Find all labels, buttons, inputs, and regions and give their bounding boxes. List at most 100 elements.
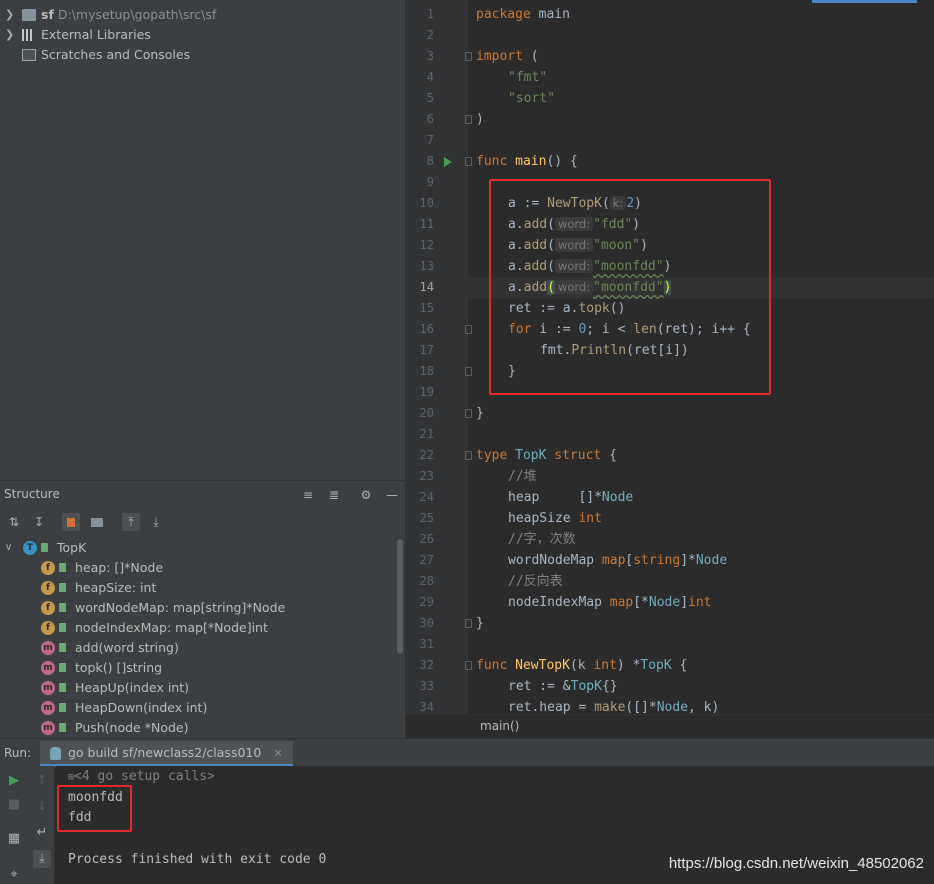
structure-item[interactable]: f nodeIndexMap: map[*Node]int bbox=[0, 618, 395, 638]
structure-item[interactable]: f wordNodeMap: map[string]*Node bbox=[0, 598, 395, 618]
rerun-icon[interactable]: ▶ bbox=[5, 772, 23, 790]
run-tab[interactable]: go build sf/newclass2/class010 ✕ bbox=[40, 741, 293, 767]
layout-icon[interactable]: ▦ bbox=[5, 830, 23, 848]
structure-label: heap: []*Node bbox=[75, 560, 164, 575]
gear-icon[interactable]: ⚙ bbox=[357, 486, 375, 504]
close-icon[interactable]: ✕ bbox=[273, 747, 282, 760]
structure-label: TopK bbox=[57, 540, 87, 555]
code-line: heap []*Node bbox=[508, 490, 634, 505]
fold-marker-icon[interactable] bbox=[465, 115, 472, 124]
method-icon: m bbox=[41, 701, 55, 715]
line-number: 22 bbox=[419, 448, 434, 462]
code-line: wordNodeMap map[string]*Node bbox=[508, 553, 728, 568]
structure-item[interactable]: m HeapUp(index int) bbox=[0, 678, 395, 698]
fold-marker-icon[interactable] bbox=[465, 661, 472, 670]
code-line: ret.heap = make([]*Node, k) bbox=[508, 700, 720, 714]
structure-label: wordNodeMap: map[string]*Node bbox=[75, 600, 286, 615]
code-line: func main() { bbox=[476, 154, 578, 169]
code-line: heapSize int bbox=[508, 511, 602, 526]
tree-label: External Libraries bbox=[41, 27, 151, 42]
arrow-down-icon[interactable]: ↓ bbox=[33, 798, 51, 816]
field-icon: f bbox=[41, 601, 55, 615]
stop-icon[interactable]: ■ bbox=[5, 796, 23, 814]
soft-wrap-icon[interactable]: ↵ bbox=[33, 824, 51, 842]
chevron-down-icon[interactable]: ∨ bbox=[5, 538, 12, 558]
line-number: 16 bbox=[419, 322, 434, 336]
structure-label: add(word string) bbox=[75, 640, 179, 655]
line-number: 5 bbox=[426, 91, 434, 105]
public-icon bbox=[59, 583, 66, 592]
fold-marker-icon[interactable] bbox=[465, 325, 472, 334]
public-icon bbox=[59, 563, 66, 572]
line-number: 23 bbox=[419, 469, 434, 483]
fold-marker-icon[interactable] bbox=[465, 157, 472, 166]
arrow-up-icon[interactable]: ↑ bbox=[33, 772, 51, 790]
fold-marker-icon[interactable] bbox=[465, 409, 472, 418]
field-icon: f bbox=[41, 561, 55, 575]
line-number: 24 bbox=[419, 490, 434, 504]
run-label: Run: bbox=[4, 746, 32, 760]
structure-label: HeapUp(index int) bbox=[75, 680, 189, 695]
library-icon bbox=[22, 29, 36, 41]
chevron-right-icon[interactable]: ❯ bbox=[5, 5, 14, 25]
run-gutter-icon[interactable] bbox=[444, 157, 452, 167]
tree-item-external-libraries[interactable]: ❯ External Libraries bbox=[0, 25, 405, 45]
public-icon bbox=[59, 663, 66, 672]
code-line: ) bbox=[476, 112, 484, 127]
tree-item-scratches[interactable]: Scratches and Consoles bbox=[0, 45, 405, 65]
code-line: nodeIndexMap map[*Node]int bbox=[508, 595, 712, 610]
line-number: 13 bbox=[419, 259, 434, 273]
root-path: D:\mysetup\gopath\src\sf bbox=[57, 7, 217, 22]
run-panel-header: Run: go build sf/newclass2/class010 ✕ bbox=[0, 738, 934, 767]
breadcrumb-item[interactable]: main() bbox=[480, 719, 519, 733]
chevron-right-icon[interactable]: ❯ bbox=[5, 25, 14, 45]
sort-alpha-icon[interactable]: ↧ bbox=[30, 513, 48, 531]
structure-item[interactable]: f heapSize: int bbox=[0, 578, 395, 598]
public-icon bbox=[59, 643, 66, 652]
autoscroll-from-source-icon[interactable]: ⤓ bbox=[147, 513, 165, 531]
code-line: "sort" bbox=[508, 91, 555, 106]
fold-marker-icon[interactable] bbox=[465, 367, 472, 376]
pin-icon[interactable]: ⌖ bbox=[5, 866, 23, 884]
structure-root-topk[interactable]: ∨ T TopK bbox=[0, 538, 400, 558]
structure-item[interactable]: f heap: []*Node bbox=[0, 558, 395, 578]
structure-item[interactable]: m topk() []string bbox=[0, 658, 395, 678]
sort-visibility-icon[interactable]: ⇅ bbox=[5, 513, 23, 531]
line-number: 33 bbox=[419, 679, 434, 693]
public-icon bbox=[59, 603, 66, 612]
active-tab-indicator bbox=[812, 0, 917, 3]
code-editor[interactable]: 1 2 3 4 5 6 7 8 9 10 11 12 13 14 15 16 17 18 19 20 21 22 23 24 2… bbox=[405, 0, 934, 738]
folder-icon[interactable] bbox=[88, 513, 106, 531]
line-number: 7 bbox=[426, 133, 434, 147]
structure-item[interactable]: m Push(node *Node) bbox=[0, 718, 395, 738]
autoscroll-to-source-icon[interactable]: ⤒ bbox=[122, 513, 140, 531]
line-number: 8 bbox=[426, 154, 434, 168]
tree-label: Scratches and Consoles bbox=[41, 47, 191, 62]
fold-marker-icon[interactable] bbox=[465, 52, 472, 61]
line-number: 19 bbox=[419, 385, 434, 399]
fold-marker-icon[interactable] bbox=[465, 619, 472, 628]
line-number: 18 bbox=[419, 364, 434, 378]
minimize-icon[interactable]: — bbox=[383, 486, 401, 504]
tree-item-root[interactable]: ❯ sf D:\mysetup\gopath\src\sf bbox=[0, 5, 405, 25]
code-line: func NewTopK(k int) *TopK { bbox=[476, 658, 688, 673]
line-number: 29 bbox=[419, 595, 434, 609]
line-number: 25 bbox=[419, 511, 434, 525]
expand-all-icon[interactable]: ≡ bbox=[299, 486, 317, 504]
scrollbar[interactable] bbox=[397, 539, 403, 654]
show-fields-icon[interactable] bbox=[62, 513, 80, 531]
line-number: 11 bbox=[419, 217, 434, 231]
line-number: 32 bbox=[419, 658, 434, 672]
structure-item[interactable]: m HeapDown(index int) bbox=[0, 698, 395, 718]
public-icon bbox=[59, 723, 66, 732]
collapse-all-icon[interactable]: ≣ bbox=[325, 486, 343, 504]
fold-marker-icon[interactable] bbox=[465, 451, 472, 460]
line-number: 31 bbox=[419, 637, 434, 651]
type-icon: T bbox=[23, 541, 37, 555]
structure-item[interactable]: m add(word string) bbox=[0, 638, 395, 658]
code-line: package main bbox=[476, 7, 570, 22]
breadcrumb[interactable]: main() bbox=[406, 714, 934, 738]
line-gutter: 1 2 3 4 5 6 7 8 9 10 11 12 13 14 15 16 17 18 19 20 21 22 23 24 2… bbox=[406, 0, 472, 714]
scroll-to-end-icon[interactable]: ⤓ bbox=[33, 850, 51, 868]
code-line: "fmt" bbox=[508, 70, 548, 85]
